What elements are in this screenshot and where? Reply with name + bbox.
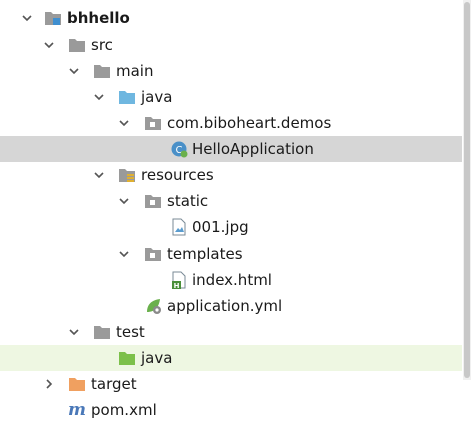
tree-item-java-main[interactable]: java: [0, 84, 462, 110]
tree-item-label: pom.xml: [91, 401, 157, 419]
tree-item-hello-application[interactable]: C HelloApplication: [0, 136, 462, 162]
tree-item-label: main: [116, 62, 154, 80]
scrollbar-thumb[interactable]: [464, 2, 470, 378]
tree-item-label: src: [91, 36, 113, 54]
chevron-down-icon[interactable]: [117, 241, 131, 267]
spring-boot-class-icon: C: [170, 141, 188, 158]
tree-item-static[interactable]: static: [0, 188, 462, 214]
tree-item-label: target: [91, 375, 137, 393]
folder-icon: [93, 324, 111, 340]
chevron-right-icon[interactable]: [42, 371, 56, 397]
tree-item-application-yml[interactable]: application.yml: [0, 293, 462, 319]
tree-item-java-test[interactable]: java: [0, 345, 462, 371]
tree-item-label: java: [141, 88, 173, 106]
tree-item-label: com.biboheart.demos: [167, 114, 332, 132]
tree-item-src[interactable]: src: [0, 32, 462, 58]
tree-item-pom-xml[interactable]: m pom.xml: [0, 397, 462, 423]
tree-item-label: 001.jpg: [192, 218, 249, 236]
project-tree: bhhello src main java com.biboheart.demo…: [0, 0, 472, 424]
tree-item-label: index.html: [192, 271, 272, 289]
chevron-down-icon[interactable]: [67, 58, 81, 84]
tree-item-target[interactable]: target: [0, 371, 462, 397]
package-icon: [144, 246, 162, 262]
tree-item-label: resources: [141, 166, 214, 184]
source-root-folder-icon: [118, 89, 136, 105]
tree-item-test[interactable]: test: [0, 319, 462, 345]
tree-item-label: bhhello: [67, 9, 130, 27]
vertical-scrollbar[interactable]: [463, 0, 471, 380]
tree-item-main[interactable]: main: [0, 58, 462, 84]
package-icon: [144, 115, 162, 131]
tree-item-label: java: [141, 349, 173, 367]
image-file-icon: [170, 218, 188, 236]
tree-item-bhhello[interactable]: bhhello: [0, 5, 462, 31]
tree-item-001-jpg[interactable]: 001.jpg: [0, 214, 462, 240]
module-folder-icon: [44, 10, 62, 26]
chevron-down-icon[interactable]: [117, 188, 131, 214]
resources-folder-icon: [118, 167, 136, 183]
maven-file-icon: m: [68, 400, 86, 420]
tree-item-resources[interactable]: resources: [0, 162, 462, 188]
folder-icon: [93, 63, 111, 79]
chevron-down-icon[interactable]: [67, 319, 81, 345]
spring-config-icon: [144, 298, 162, 314]
html-file-icon: H: [170, 271, 188, 289]
chevron-down-icon[interactable]: [20, 5, 34, 31]
chevron-down-icon[interactable]: [92, 84, 106, 110]
tree-item-package-demos[interactable]: com.biboheart.demos: [0, 110, 462, 136]
package-icon: [144, 193, 162, 209]
tree-item-label: test: [116, 323, 145, 341]
tree-item-label: templates: [167, 245, 243, 263]
tree-item-label: static: [167, 192, 209, 210]
tree-item-label: application.yml: [167, 297, 283, 315]
tree-item-label: HelloApplication: [192, 140, 314, 158]
folder-icon: [68, 37, 86, 53]
chevron-down-icon[interactable]: [92, 162, 106, 188]
chevron-down-icon[interactable]: [117, 110, 131, 136]
svg-text:H: H: [174, 282, 180, 289]
tree-item-templates[interactable]: templates: [0, 241, 462, 267]
test-source-root-folder-icon: [118, 350, 136, 366]
excluded-folder-icon: [68, 376, 86, 392]
tree-item-index-html[interactable]: H index.html: [0, 267, 462, 293]
chevron-down-icon[interactable]: [42, 32, 56, 58]
